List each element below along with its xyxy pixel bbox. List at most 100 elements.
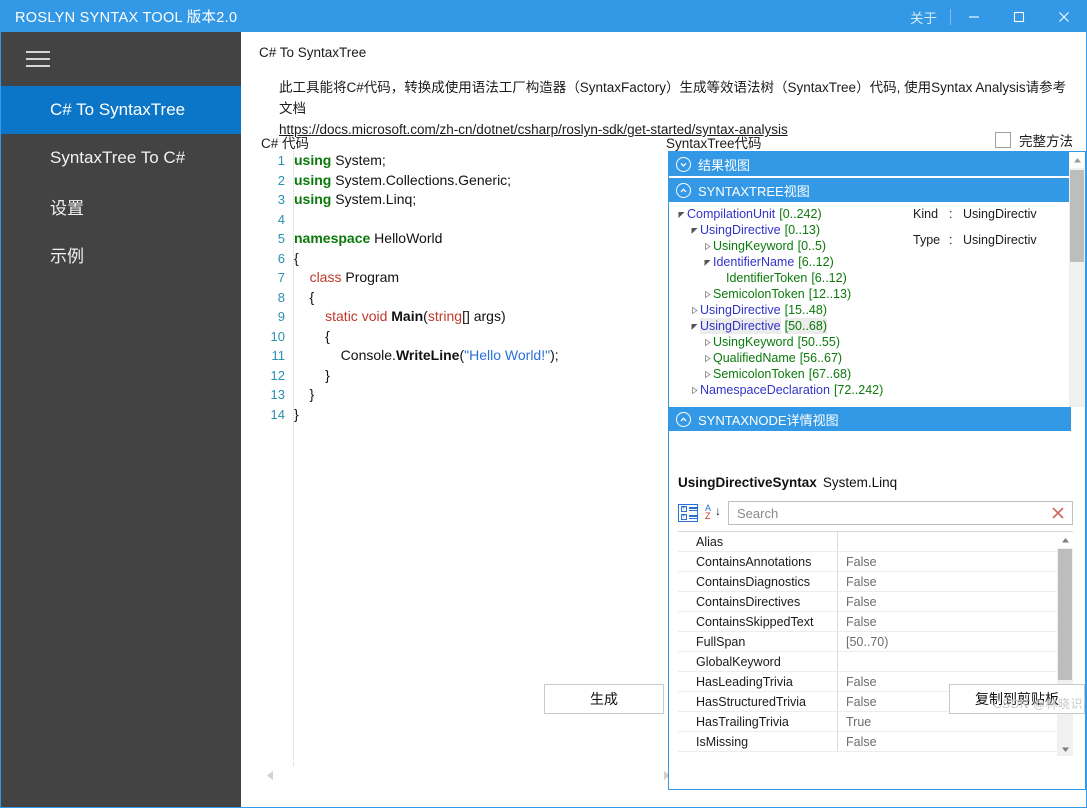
property-row[interactable]: ContainsDirectives False <box>678 592 1073 612</box>
code-text: static void Main(string[] args) <box>325 308 506 324</box>
full-method-label: 完整方法 <box>1019 134 1073 149</box>
maximize-icon <box>1013 11 1024 22</box>
tree-node[interactable]: UsingKeyword [0..5) <box>669 238 921 254</box>
sidebar-item-2[interactable]: 设置 <box>1 182 241 230</box>
syntaxnode-detail-header[interactable]: SYNTAXNODE详情视图 <box>669 407 1071 431</box>
checkbox-box[interactable] <box>995 132 1011 148</box>
chevron-up-icon <box>676 182 691 198</box>
tree-node[interactable]: UsingDirective [15..48) <box>669 302 921 318</box>
copy-to-clipboard-button[interactable]: 复制到剪贴板 <box>949 684 1085 714</box>
tree-collapsed-arrow-icon[interactable] <box>701 338 713 347</box>
result-view-header[interactable]: 结果视图 <box>669 152 1085 176</box>
code-lines-container[interactable]: 1 using System; 2 using System.Collections.… <box>263 151 673 766</box>
sidebar-item-0[interactable]: C# To SyntaxTree <box>1 86 241 134</box>
code-text: } <box>294 366 330 383</box>
tree-collapsed-arrow-icon[interactable] <box>701 370 713 379</box>
property-row[interactable]: ContainsSkippedText False <box>678 612 1073 632</box>
property-grid-scrollbar[interactable] <box>1057 532 1073 756</box>
property-value <box>838 652 1073 671</box>
property-value: True <box>846 715 872 729</box>
property-name: GlobalKeyword <box>678 652 838 671</box>
node-info-key: Type <box>913 233 941 247</box>
property-search-input[interactable]: Search <box>728 501 1073 525</box>
scroll-up-arrow-icon <box>1073 157 1081 162</box>
sidebar-item-label: SyntaxTree To C# <box>50 148 186 167</box>
sidebar-item-3[interactable]: 示例 <box>1 230 241 278</box>
property-row[interactable]: GlobalKeyword <box>678 652 1073 672</box>
code-line: 6{ <box>263 249 673 269</box>
close-button[interactable] <box>1041 1 1086 32</box>
scroll-left-arrow-icon <box>266 771 273 780</box>
full-method-checkbox[interactable]: 完整方法 <box>995 130 1073 150</box>
menu-toggle-button[interactable] <box>13 32 63 86</box>
tree-node[interactable]: NamespaceDeclaration [72..242) <box>669 382 921 398</box>
property-name: HasLeadingTrivia <box>678 672 838 691</box>
tree-node[interactable]: UsingDirective [0..13) <box>669 222 921 238</box>
property-row[interactable]: IsMissing False <box>678 732 1073 752</box>
code-text: Console.WriteLine("Hello World!"); <box>294 347 559 363</box>
tree-node[interactable]: UsingKeyword [50..55) <box>669 334 921 350</box>
tree-expanded-arrow-icon[interactable] <box>675 210 687 219</box>
categorize-icon[interactable]: + + <box>678 504 698 522</box>
title-bar: ROSLYN SYNTAX TOOL 版本2.0 关于 <box>1 1 1086 32</box>
tree-node[interactable]: SemicolonToken [67..68) <box>669 366 921 382</box>
tree-expanded-arrow-icon[interactable] <box>688 226 700 235</box>
tree-node-span: [15..48) <box>784 303 827 317</box>
property-value: False <box>846 735 877 749</box>
tree-node[interactable]: CompilationUnit [0..242) <box>669 206 921 222</box>
scroll-left-button[interactable] <box>263 769 277 783</box>
maximize-button[interactable] <box>996 1 1041 32</box>
about-button[interactable]: 关于 <box>897 1 950 32</box>
syntaxtree-view-header[interactable]: SYNTAXTREE视图 <box>669 178 1085 202</box>
property-row[interactable]: ContainsAnnotations False <box>678 552 1073 572</box>
property-row[interactable]: FullSpan [50..70) <box>678 632 1073 652</box>
tree-node-label: SemicolonToken <box>713 287 805 301</box>
property-scroll-down-button[interactable] <box>1057 741 1073 756</box>
syntax-tree-view[interactable]: CompilationUnit [0..242) UsingDirective [0.… <box>669 202 1085 400</box>
scroll-up-button[interactable] <box>1069 152 1085 168</box>
generate-button[interactable]: 生成 <box>544 684 664 714</box>
line-number: 9 <box>277 309 285 324</box>
tree-collapsed-arrow-icon[interactable] <box>701 354 713 363</box>
tree-node[interactable]: IdentifierToken [6..12) <box>669 270 921 286</box>
property-grid[interactable]: Alias ContainsAnnotations False ContainsDia… <box>678 531 1073 756</box>
editor-horizontal-scrollbar[interactable] <box>263 767 673 784</box>
tree-node[interactable]: IdentifierName [6..12) <box>669 254 921 270</box>
code-text: } <box>294 386 315 402</box>
tree-expanded-arrow-icon[interactable] <box>701 258 713 267</box>
property-name: ContainsSkippedText <box>678 612 838 631</box>
line-number: 7 <box>277 270 285 285</box>
clear-search-button[interactable] <box>1050 505 1066 521</box>
sort-alphabetical-icon[interactable]: A Z ↓ <box>704 503 722 522</box>
tree-collapsed-arrow-icon[interactable] <box>701 290 713 299</box>
tree-collapsed-arrow-icon[interactable] <box>688 386 700 395</box>
tree-node[interactable]: UsingDirective [50..68) <box>669 318 921 334</box>
property-value: [50..70) <box>846 635 889 649</box>
tree-node-span: [0..5) <box>797 239 827 253</box>
tree-node-label: UsingDirective <box>700 318 781 334</box>
tree-node-span: [50..68) <box>784 318 827 334</box>
tree-node[interactable]: SemicolonToken [12..13) <box>669 286 921 302</box>
tree-node-label: UsingDirective <box>700 303 781 317</box>
minimize-button[interactable] <box>951 1 996 32</box>
property-name: Alias <box>678 532 838 551</box>
scrollbar-thumb[interactable] <box>1070 170 1084 262</box>
tree-collapsed-arrow-icon[interactable] <box>701 242 713 251</box>
tree-collapsed-arrow-icon[interactable] <box>688 306 700 315</box>
tree-node-label: UsingKeyword <box>713 239 794 253</box>
sidebar-item-1[interactable]: SyntaxTree To C# <box>1 134 241 182</box>
syntaxnode-detail-title: SYNTAXNODE详情视图 <box>698 412 839 428</box>
tree-node[interactable]: QualifiedName [56..67) <box>669 350 921 366</box>
property-row[interactable]: Alias <box>678 532 1073 552</box>
property-scroll-up-button[interactable] <box>1057 532 1073 548</box>
code-text: } <box>294 405 299 422</box>
property-name: HasTrailingTrivia <box>678 712 838 731</box>
property-row[interactable]: ContainsDiagnostics False <box>678 572 1073 592</box>
property-scrollbar-thumb[interactable] <box>1058 549 1072 680</box>
tree-expanded-arrow-icon[interactable] <box>688 322 700 331</box>
panel-vertical-scrollbar[interactable] <box>1069 152 1085 407</box>
property-row[interactable]: HasTrailingTrivia True <box>678 712 1073 732</box>
tree-node-label: SemicolonToken <box>713 367 805 381</box>
tree-node[interactable]: EndOfFileToken [242..242) <box>669 398 921 400</box>
syntax-tree-node-list[interactable]: CompilationUnit [0..242) UsingDirective [0.… <box>669 206 921 400</box>
